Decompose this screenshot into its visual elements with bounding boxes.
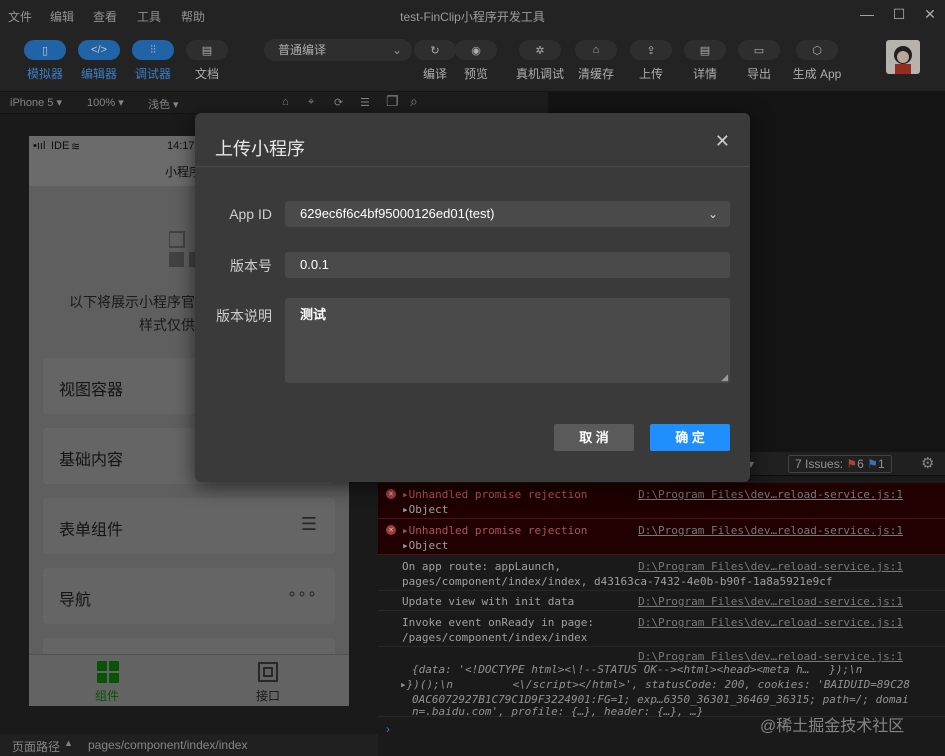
chevron-down-icon: ⌄ [707, 207, 718, 221]
dialog-title: 上传小程序 [215, 139, 305, 159]
version-value: 0.0.1 [300, 257, 329, 272]
confirm-button[interactable]: 确 定 [650, 424, 730, 451]
close-icon[interactable]: ✕ [715, 131, 730, 152]
upload-dialog: 上传小程序 ✕ App ID 629ec6f6c4bf95000126ed01(… [195, 113, 750, 482]
description-value: 测试 [300, 307, 327, 322]
description-label: 版本说明 [216, 308, 272, 324]
version-input[interactable]: 0.0.1 [285, 252, 730, 278]
dialog-divider [195, 166, 750, 167]
appid-label: App ID [229, 206, 272, 222]
cancel-button[interactable]: 取 消 [554, 424, 634, 451]
appid-select[interactable]: 629ec6f6c4bf95000126ed01(test) ⌄ [285, 201, 730, 227]
resize-handle-icon[interactable]: ◢ [721, 372, 728, 383]
description-textarea[interactable]: 测试 ◢ [285, 298, 730, 383]
appid-value: 629ec6f6c4bf95000126ed01(test) [300, 206, 495, 221]
version-label: 版本号 [230, 258, 272, 274]
